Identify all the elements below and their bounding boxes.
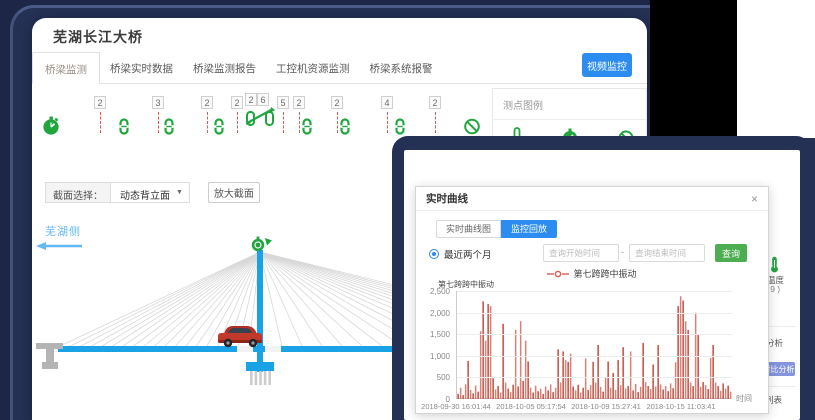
black-backdrop-panel [650, 0, 737, 138]
sensor-count-badge: 2 [293, 96, 305, 109]
gridline [457, 356, 732, 357]
section-select-value[interactable]: 动态背立面 [111, 183, 174, 202]
tab-0[interactable]: 桥梁监测 [32, 52, 100, 84]
legend-series-label: 第七跨跨中振动 [573, 267, 636, 280]
sensor-count-badge: 2 [331, 96, 343, 109]
playback-window: 温度 ( 9 ) 对比分析 对比分析 测点列表 实时曲线 × 实时曲线图 监控回… [404, 150, 800, 420]
link-icon[interactable] [164, 118, 175, 140]
sensor-count-badge: 2 [201, 96, 213, 109]
dashed-drop-line [237, 112, 238, 133]
query-end-time-input[interactable] [629, 244, 705, 262]
query-controls: 最近两个月 - 查询 [416, 244, 768, 262]
tab-monitor-playback[interactable]: 监控回放 [501, 220, 557, 238]
tab-2[interactable]: 桥梁监测报告 [183, 52, 266, 83]
x-tick: 2018-10-09 15:27:41 [566, 402, 646, 411]
section-controls: 截面选择： 动态背立面 ▼ 放大截面 [45, 182, 260, 203]
sensor-count-badge: 2 [245, 93, 257, 106]
deck-joint [237, 346, 253, 352]
dashed-drop-line [337, 112, 338, 133]
section-select[interactable]: 截面选择： 动态背立面 ▼ [45, 182, 190, 203]
dashed-drop-line [435, 112, 436, 133]
dashed-drop-line [207, 112, 208, 133]
link-icon[interactable] [340, 118, 351, 140]
foundation-piles [250, 371, 271, 385]
sensor-marker: 4 [381, 93, 393, 133]
vibration-chart-plot [456, 291, 731, 399]
sensor-marker: 2 [201, 93, 213, 133]
y-tick: 500 [420, 373, 450, 382]
x-tick: 2018-10-15 11:03:41 [641, 402, 721, 411]
tab-bar: 桥梁监测桥梁实时数据桥梁监测报告工控机资源监测桥梁系统报警 视频监控 [32, 52, 647, 84]
dialog-tab-group: 实时曲线图 监控回放 [436, 220, 557, 238]
chart-bars [457, 291, 732, 399]
sensor-count-badge: 2 [94, 96, 106, 109]
dashed-drop-line [100, 112, 101, 133]
gauge-icon[interactable] [42, 116, 61, 141]
legend-marker-icon [547, 270, 569, 278]
y-tick: 2,000 [420, 309, 450, 318]
sensor-count-badge: 6 [257, 93, 269, 106]
dashed-drop-line [283, 112, 284, 133]
section-select-label: 截面选择： [46, 183, 111, 202]
sensor-count-badge: 5 [277, 96, 289, 109]
incline-icon[interactable]: 26 [245, 93, 275, 131]
tab-realtime-curve[interactable]: 实时曲线图 [436, 220, 501, 238]
sensor-marker: 2 [429, 93, 441, 133]
y-tick: 1,500 [420, 330, 450, 339]
incline-icon[interactable] [245, 106, 275, 131]
chart-x-axis-title: 时间 [736, 393, 752, 404]
chevron-down-icon: ▼ [174, 183, 189, 202]
sensor-count-badge: 4 [381, 96, 393, 109]
background-window [737, 0, 815, 138]
car [218, 326, 262, 347]
tab-list: 桥梁监测桥梁实时数据桥梁监测报告工控机资源监测桥梁系统报警 [32, 52, 443, 83]
query-start-time-input[interactable] [543, 244, 619, 262]
sensor-marker: 3 [152, 93, 164, 133]
dialog-header: 实时曲线 × [416, 187, 768, 211]
y-tick: 2,500 [420, 287, 450, 296]
link-icon[interactable] [119, 118, 130, 140]
gridline [457, 334, 732, 335]
legend-panel-title: 测点图例 [493, 89, 646, 120]
thermometer-icon [769, 256, 780, 275]
gridline [457, 291, 732, 292]
link-icon[interactable] [302, 118, 313, 140]
video-monitor-button[interactable]: 视频监控 [582, 53, 632, 77]
range-separator: - [621, 247, 624, 257]
sensor-marker: 2 [94, 93, 106, 133]
dashed-drop-line [158, 112, 159, 133]
gridline [457, 377, 732, 378]
tower-gauge-icon [252, 237, 272, 252]
gridline [457, 313, 732, 314]
link-icon[interactable] [214, 118, 225, 140]
sensor-count-badge: 3 [152, 96, 164, 109]
close-icon[interactable]: × [751, 193, 758, 205]
page-title: 芜湖长江大桥 [53, 27, 143, 47]
tower-foundation [246, 362, 274, 371]
x-tick: 2018-10-05 05:17:54 [491, 402, 571, 411]
sensor-marker: 2 [231, 93, 243, 133]
realtime-curve-dialog: 实时曲线 × 实时曲线图 监控回放 最近两个月 - 查询 [415, 186, 769, 414]
tab-3[interactable]: 工控机资源监测 [266, 52, 360, 83]
dashed-drop-line [387, 112, 388, 133]
bridge-pier [36, 343, 63, 369]
deck-joint [265, 346, 281, 352]
bridge-tower [257, 250, 263, 372]
playback-window-frame: 温度 ( 9 ) 对比分析 对比分析 测点列表 实时曲线 × 实时曲线图 监控回… [392, 136, 812, 420]
x-tick: 2018-09-30 16:01:44 [416, 402, 496, 411]
sensor-marker: 5 [277, 93, 289, 133]
radio-dot-icon[interactable] [429, 249, 439, 259]
recent-two-months-radio[interactable]: 最近两个月 [429, 247, 492, 261]
radio-label: 最近两个月 [444, 247, 492, 261]
query-button[interactable]: 查询 [715, 244, 747, 262]
desktop-background: 芜湖长江大桥 桥梁监测桥梁实时数据桥梁监测报告工控机资源监测桥梁系统报警 视频监… [0, 0, 815, 420]
sensor-count-badge: 2 [429, 96, 441, 109]
dashed-drop-line [299, 112, 300, 133]
enlarge-section-button[interactable]: 放大截面 [208, 182, 260, 203]
y-tick: 1,000 [420, 352, 450, 361]
dialog-title: 实时曲线 [426, 191, 468, 206]
tab-4[interactable]: 桥梁系统报警 [360, 52, 443, 83]
sensor-count-badge: 2 [231, 96, 243, 109]
tab-1[interactable]: 桥梁实时数据 [100, 52, 183, 83]
